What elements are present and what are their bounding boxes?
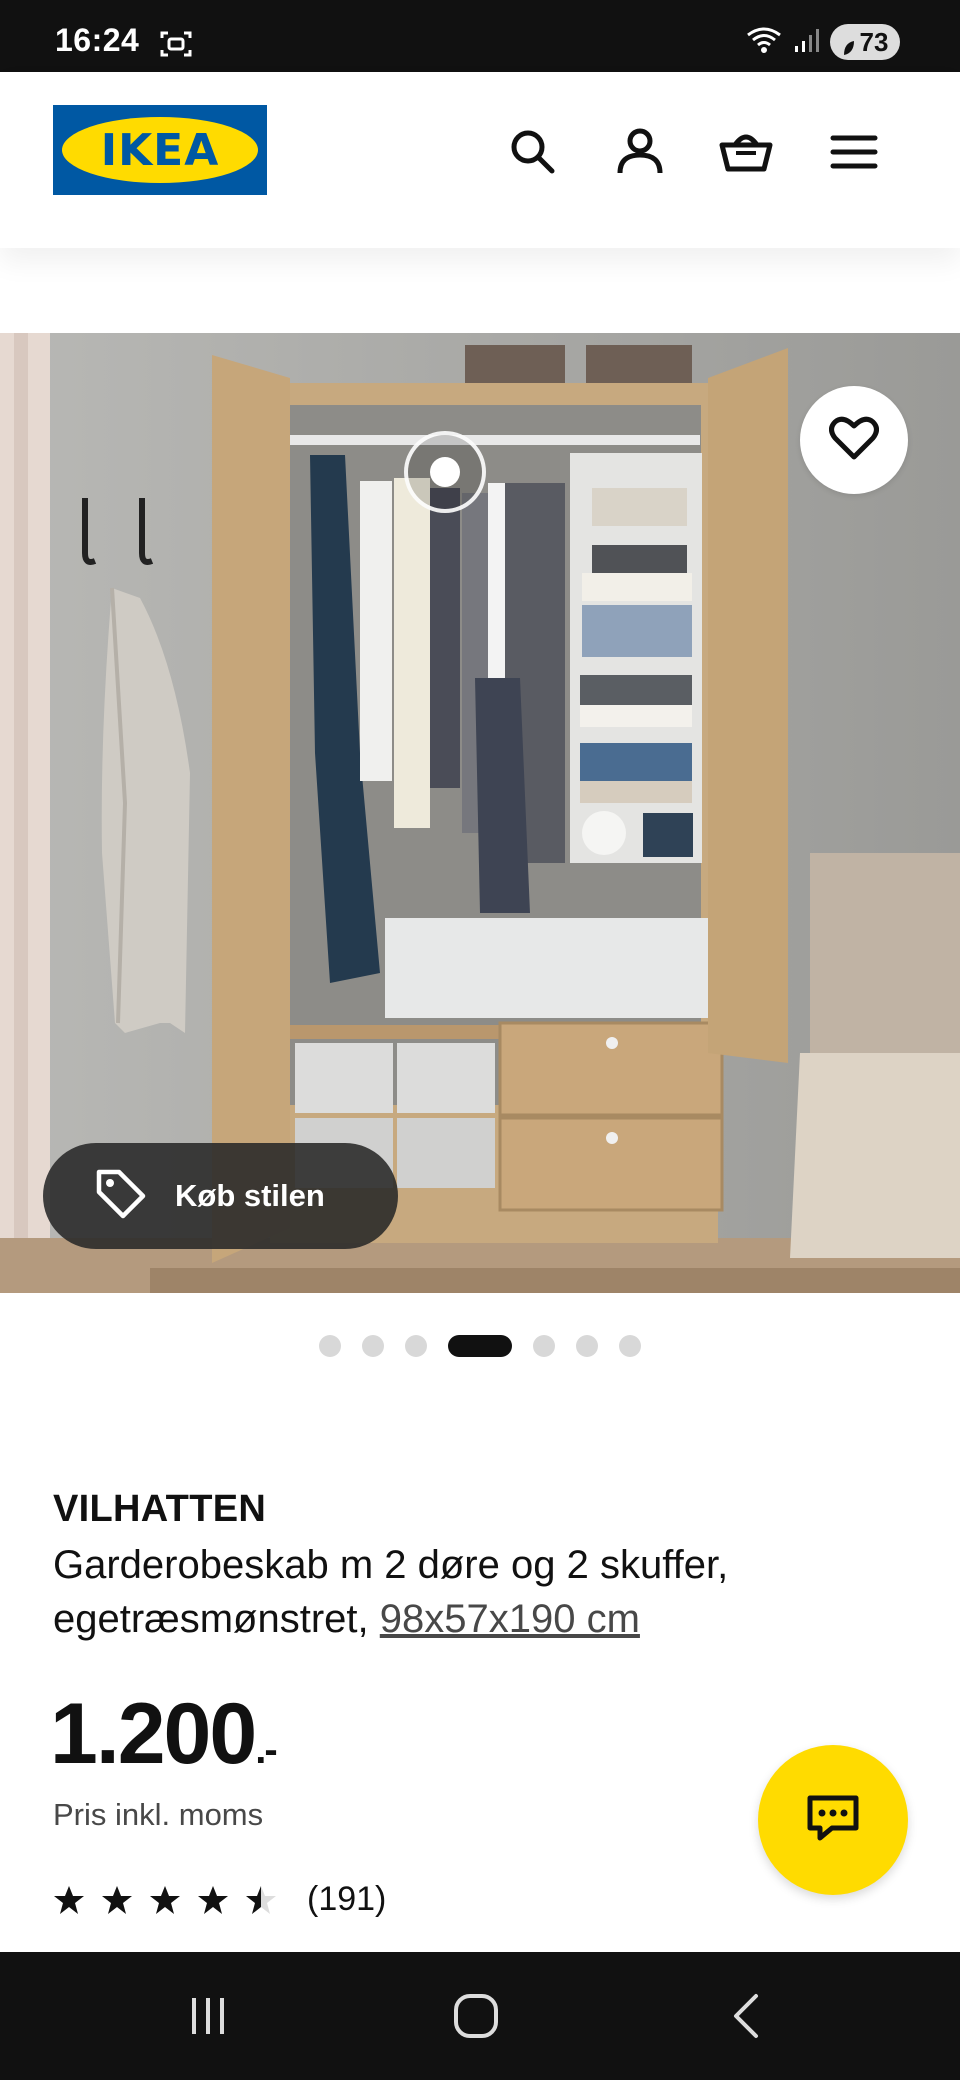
favorite-button[interactable] <box>800 386 908 494</box>
review-count: (191) <box>307 1880 387 1918</box>
carousel-dot[interactable] <box>619 1335 641 1357</box>
carousel-dot[interactable] <box>405 1335 427 1357</box>
ikea-logo[interactable]: IKEA <box>53 105 267 195</box>
signal-icon <box>794 26 820 59</box>
buy-style-label: Køb stilen <box>175 1178 325 1213</box>
menu-icon[interactable] <box>826 124 882 180</box>
star-full-icon <box>54 1885 84 1914</box>
tag-icon <box>93 1166 149 1227</box>
battery-saver-icon <box>842 33 856 55</box>
star-half-icon <box>246 1885 276 1914</box>
star-full-icon <box>102 1885 132 1914</box>
logo-text: IKEA <box>100 124 220 176</box>
product-dimensions-link[interactable]: 98x57x190 cm <box>380 1597 640 1641</box>
product-price: 1.200.- <box>50 1685 278 1784</box>
carousel-dot[interactable] <box>319 1335 341 1357</box>
status-indicators: 73 <box>744 24 900 60</box>
carousel-dot[interactable] <box>533 1335 555 1357</box>
product-description: Garderobeskab m 2 døre og 2 skuffer, ege… <box>53 1538 873 1646</box>
carousel-dot-active[interactable] <box>448 1335 512 1357</box>
wifi-icon <box>744 25 784 60</box>
star-full-icon <box>198 1885 228 1914</box>
buy-style-button[interactable]: Køb stilen <box>43 1143 398 1249</box>
basket-icon[interactable] <box>718 124 774 180</box>
status-bar: 16:24 73 <box>0 0 960 72</box>
screenshot-icon <box>160 30 192 58</box>
product-image-gallery[interactable]: Køb stilen <box>0 333 960 1293</box>
carousel-dot[interactable] <box>362 1335 384 1357</box>
heart-icon <box>829 415 879 466</box>
home-icon[interactable] <box>436 1982 516 2050</box>
carousel-indicator <box>0 1333 960 1359</box>
recent-apps-icon[interactable] <box>168 1982 248 2050</box>
search-icon[interactable] <box>505 124 561 180</box>
product-name: VILHATTEN <box>53 1488 267 1530</box>
hotspot-dot <box>430 457 460 487</box>
product-rating[interactable]: (191) <box>53 1880 386 1919</box>
account-icon[interactable] <box>612 124 668 180</box>
back-icon[interactable] <box>706 1982 786 2050</box>
price-note: Pris inkl. moms <box>53 1797 264 1832</box>
battery-indicator: 73 <box>830 24 900 60</box>
product-hotspot[interactable] <box>404 431 486 513</box>
price-value: 1.200 <box>50 1686 257 1782</box>
chat-icon <box>804 1792 862 1849</box>
site-header: IKEA <box>0 72 960 248</box>
battery-level: 73 <box>859 26 889 57</box>
price-suffix: .- <box>255 1728 277 1772</box>
system-navigation-bar <box>0 1952 960 2080</box>
carousel-dot[interactable] <box>576 1335 598 1357</box>
rating-stars <box>53 1884 277 1916</box>
logo-oval: IKEA <box>62 117 258 183</box>
star-full-icon <box>150 1885 180 1914</box>
chat-button[interactable] <box>758 1745 908 1895</box>
status-time: 16:24 <box>55 22 140 58</box>
